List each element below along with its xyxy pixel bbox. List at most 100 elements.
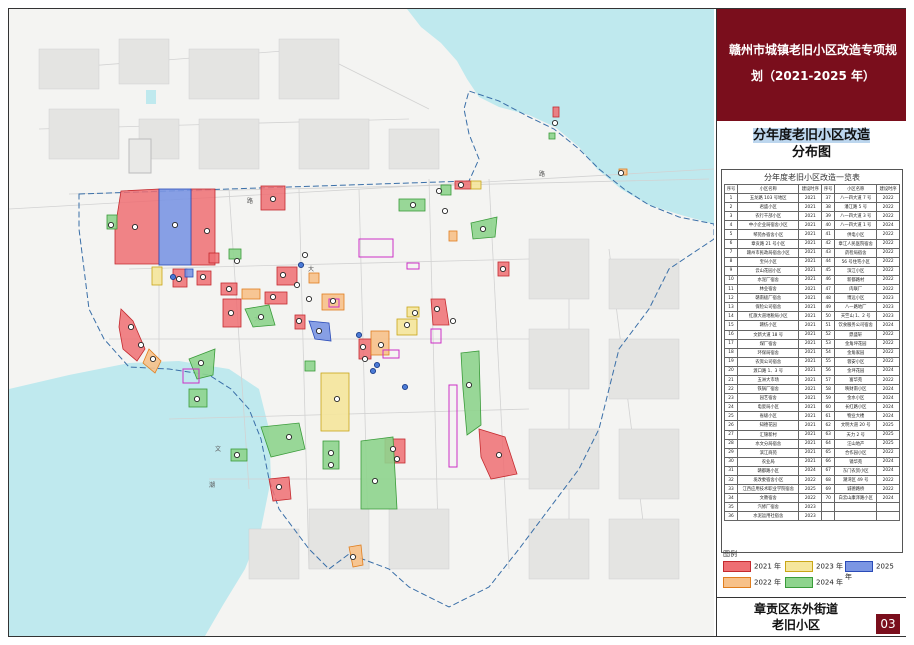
site-marker[interactable]	[457, 181, 465, 189]
site-marker[interactable]	[393, 455, 401, 463]
site-marker[interactable]	[295, 317, 303, 325]
site-marker[interactable]	[301, 251, 309, 259]
table-cell: 14	[723, 311, 739, 322]
parcel-2023[interactable]	[470, 180, 482, 190]
site-marker[interactable]	[499, 265, 507, 273]
site-marker[interactable]	[197, 359, 205, 367]
table-cell: 中小企业局宿舍小区	[737, 220, 800, 231]
table-cell: 65	[821, 447, 836, 458]
parcel-2021[interactable]	[264, 291, 288, 305]
site-marker[interactable]	[435, 187, 443, 195]
site-marker[interactable]	[465, 381, 473, 389]
site-marker[interactable]	[257, 313, 265, 321]
table-cell: 2024	[876, 384, 900, 395]
table-cell: 30	[723, 456, 739, 467]
site-marker[interactable]	[233, 257, 241, 265]
site-marker[interactable]	[401, 383, 409, 391]
site-marker[interactable]	[617, 169, 625, 177]
site-marker[interactable]	[149, 355, 157, 363]
table-cell: 2021	[798, 411, 823, 422]
site-marker[interactable]	[369, 367, 377, 375]
site-marker[interactable]	[305, 295, 313, 303]
site-marker[interactable]	[171, 221, 179, 229]
site-marker[interactable]	[403, 321, 411, 329]
table-cell: 白云山康泽路小区	[834, 493, 878, 504]
site-marker[interactable]	[411, 309, 419, 317]
table-cell: 2022	[876, 265, 900, 276]
site-marker[interactable]	[373, 361, 381, 369]
site-marker[interactable]	[169, 273, 177, 281]
site-marker[interactable]	[225, 285, 233, 293]
site-marker[interactable]	[355, 331, 363, 339]
table-cell: 63	[821, 429, 836, 440]
parcel-2024[interactable]	[548, 132, 556, 140]
site-marker[interactable]	[433, 305, 441, 313]
site-marker[interactable]	[449, 317, 457, 325]
site-marker[interactable]	[361, 355, 369, 363]
site-marker[interactable]	[371, 477, 379, 485]
parcel-2022[interactable]	[308, 272, 320, 284]
parcel-2024[interactable]	[440, 184, 452, 196]
site-marker[interactable]	[315, 327, 323, 335]
district-map[interactable]: 路 路 大 大 文 潮	[9, 9, 714, 636]
parcel-2024[interactable]	[304, 360, 316, 372]
table-cell: 35	[723, 502, 739, 513]
site-marker[interactable]	[327, 449, 335, 457]
site-marker[interactable]	[275, 483, 283, 491]
site-marker[interactable]	[131, 223, 139, 231]
table-cell: 41	[821, 229, 836, 240]
site-marker[interactable]	[127, 323, 135, 331]
table-cell: 2021	[798, 356, 823, 367]
table-row: 17 煤厂宿舍 2021 53 金角坪花园 2022	[723, 338, 900, 349]
site-marker[interactable]	[329, 297, 337, 305]
site-marker[interactable]	[193, 395, 201, 403]
table-cell: 17	[723, 338, 739, 349]
parcel-2022[interactable]	[241, 288, 261, 300]
sports-field	[128, 138, 152, 174]
parcel-2024[interactable]	[228, 248, 242, 260]
site-marker[interactable]	[137, 341, 145, 349]
site-marker[interactable]	[203, 227, 211, 235]
site-marker[interactable]	[377, 341, 385, 349]
table-cell: 2022	[876, 211, 900, 222]
parcel-2023[interactable]	[320, 372, 350, 432]
site-marker[interactable]	[279, 271, 287, 279]
site-marker[interactable]	[389, 445, 397, 453]
site-marker[interactable]	[175, 275, 183, 283]
table-cell: 云山花园小区	[737, 265, 800, 276]
parcel-2025[interactable]	[184, 268, 194, 278]
table-cell: 60	[821, 402, 836, 413]
table-cell: 2021	[798, 247, 823, 258]
site-marker[interactable]	[199, 273, 207, 281]
site-marker[interactable]	[495, 451, 503, 459]
parcel-2021[interactable]	[208, 252, 220, 264]
site-marker[interactable]	[409, 201, 417, 209]
site-marker[interactable]	[333, 395, 341, 403]
table-cell: 2024	[798, 465, 823, 477]
site-marker[interactable]	[327, 461, 335, 469]
site-marker[interactable]	[441, 207, 449, 215]
table-cell: 2022	[876, 329, 900, 340]
site-marker[interactable]	[479, 225, 487, 233]
table-cell: 2021	[798, 311, 823, 322]
site-marker[interactable]	[293, 281, 301, 289]
project-list-title: 分年度老旧小区改造一览表	[764, 173, 860, 182]
site-marker[interactable]	[285, 433, 293, 441]
table-cell: 54	[821, 347, 836, 358]
site-marker[interactable]	[227, 309, 235, 317]
parcel-2021[interactable]	[276, 266, 298, 286]
site-marker[interactable]	[107, 221, 115, 229]
site-marker[interactable]	[349, 553, 357, 561]
parcel-2023[interactable]	[151, 266, 163, 286]
table-row: 7 赣州市民政局宿舍小区 2021 43 药检局宿舍 2022	[723, 247, 900, 258]
page-number: 03	[876, 614, 900, 634]
site-marker[interactable]	[297, 261, 305, 269]
site-marker[interactable]	[551, 119, 559, 127]
site-marker[interactable]	[269, 293, 277, 301]
parcel-2021[interactable]	[552, 106, 560, 118]
site-marker[interactable]	[233, 451, 241, 459]
site-marker[interactable]	[269, 195, 277, 203]
site-marker[interactable]	[359, 343, 367, 351]
parcel-2022[interactable]	[448, 230, 458, 242]
table-cell: 26	[723, 420, 739, 431]
